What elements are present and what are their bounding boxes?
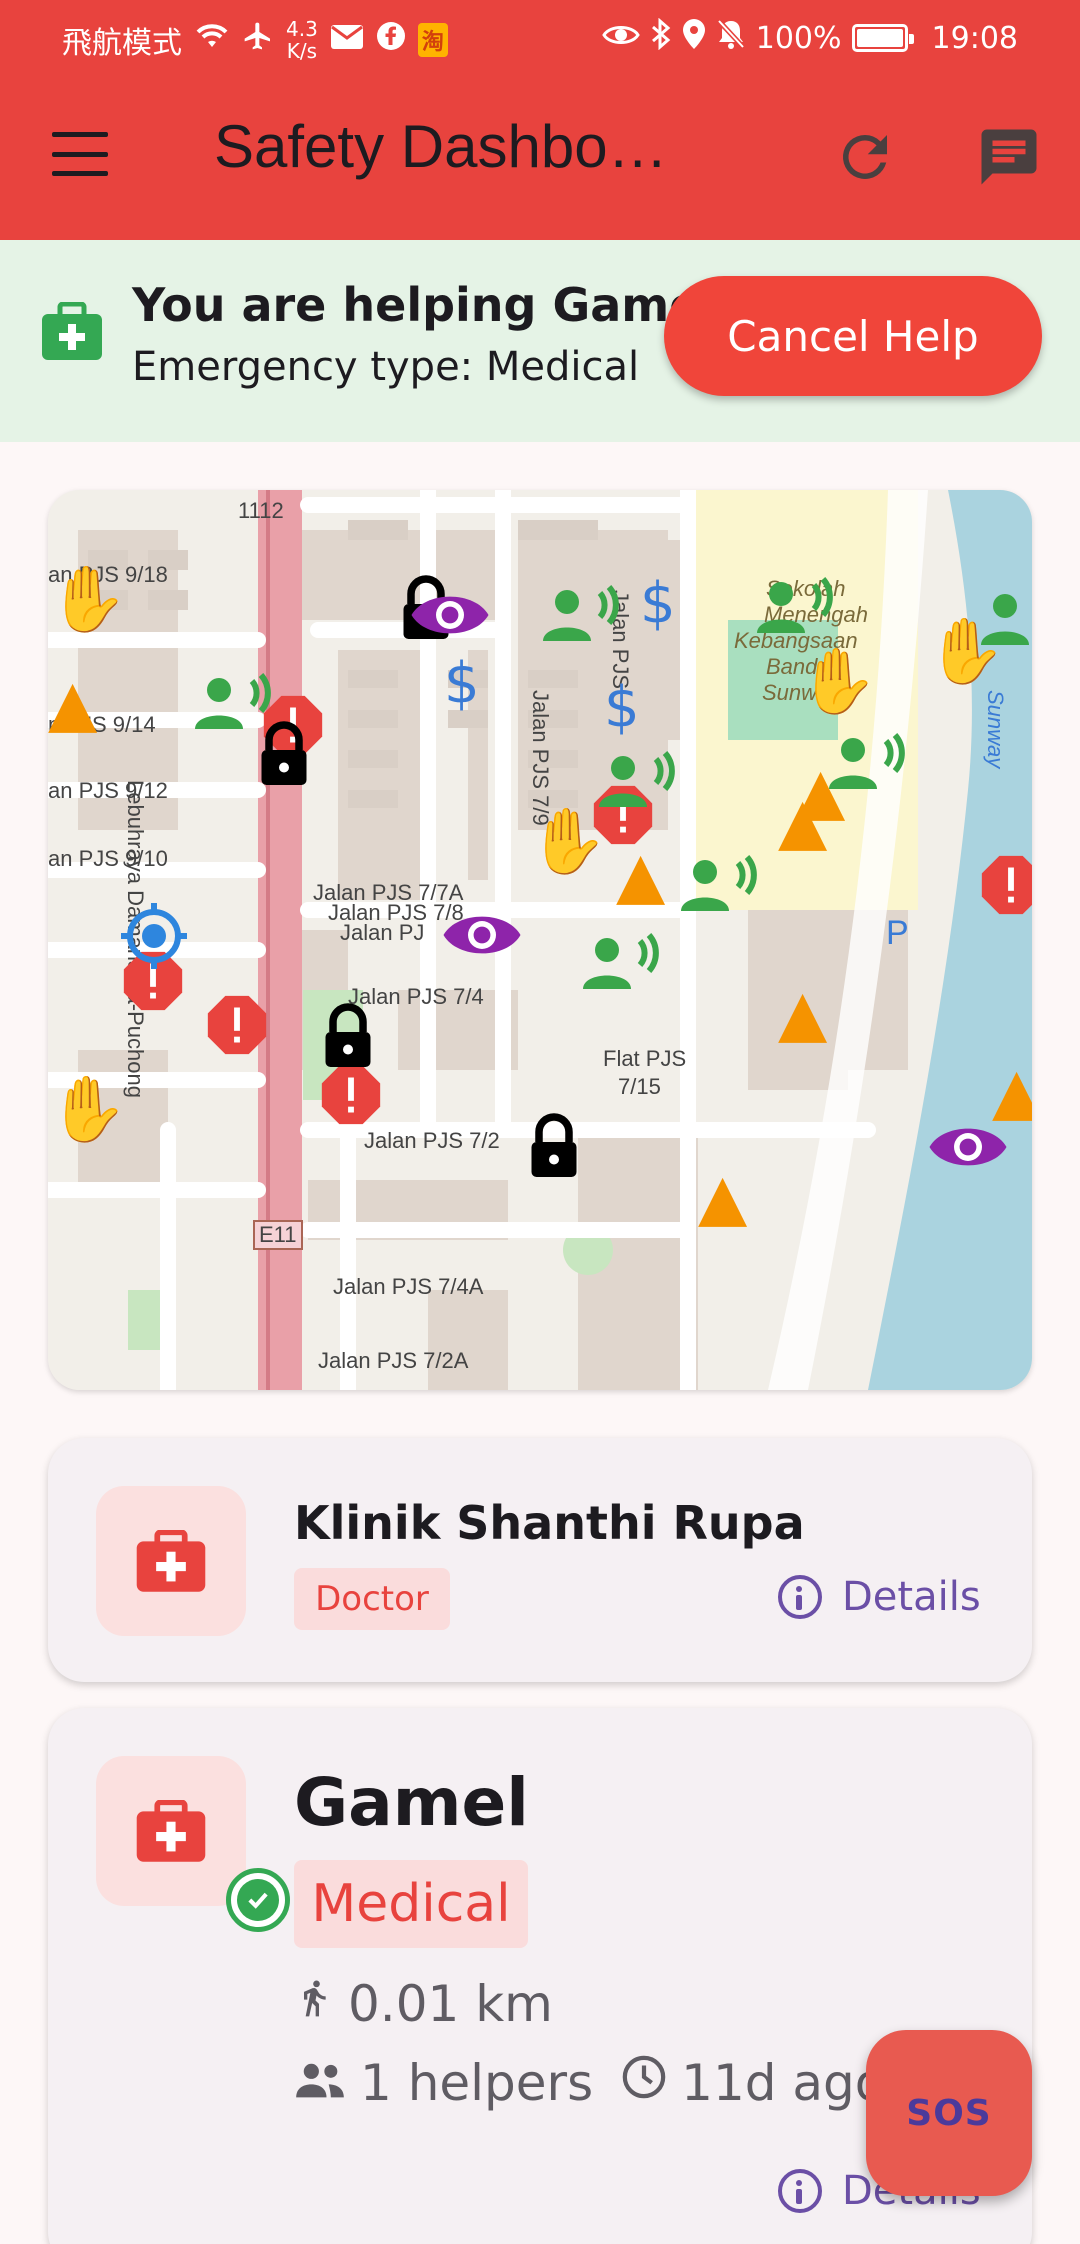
check-circle-icon	[226, 1868, 290, 1932]
network-speed-unit: K/s	[286, 39, 318, 63]
medical-icon-container	[96, 1756, 290, 1932]
eye-comfort-icon	[601, 21, 640, 56]
helping-banner: You are helping Gamel Emergency type: Me…	[0, 240, 1080, 442]
warning-icon[interactable]: ▲	[698, 1166, 747, 1230]
distance-value: 0.01 km	[348, 1975, 553, 2033]
bluetooth-icon	[650, 17, 672, 58]
street-label: Flat PJS	[603, 1046, 687, 1071]
network-speed-value: 4.3	[286, 17, 318, 41]
page-title: Safety Dashbo…	[214, 113, 668, 180]
cancel-help-button[interactable]: Cancel Help	[664, 276, 1042, 396]
battery-icon	[851, 24, 914, 52]
airplane-icon	[242, 20, 274, 60]
mail-icon	[330, 23, 364, 58]
emergency-type: Emergency type: Medical	[132, 344, 640, 390]
dollar-crossed-icon[interactable]: $	[604, 680, 640, 736]
warning-icon[interactable]: ▲	[992, 1060, 1032, 1124]
clock: 19:08	[931, 20, 1018, 56]
distance-row: 0.01 km	[294, 1972, 553, 2036]
menu-icon[interactable]	[52, 132, 108, 176]
status-bar: 飛航模式 4.3 K/s 淘 100% 19:08	[0, 0, 1080, 76]
info-icon	[778, 2169, 822, 2213]
details-button[interactable]: Details	[778, 1574, 981, 1620]
medical-icon-container	[96, 1486, 246, 1636]
dollar-crossed-icon[interactable]: $	[640, 576, 676, 632]
street-label: 7/15	[618, 1074, 661, 1099]
helping-title: You are helping Gamel	[132, 278, 717, 332]
wifi-icon	[194, 21, 230, 59]
street-label: Jalan PJ	[340, 920, 425, 945]
clock-icon	[621, 2054, 667, 2112]
street-label: an PJS 9/10	[48, 846, 168, 871]
sos-button[interactable]: SOS	[866, 2030, 1032, 2196]
street-label: Jalan PJS 7/4A	[333, 1274, 484, 1299]
info-icon	[778, 1575, 822, 1619]
helpers-row: 1 helpers 11d ago	[294, 2054, 885, 2112]
parking-label: P	[886, 914, 909, 952]
warning-icon[interactable]: ▲	[778, 982, 827, 1046]
chat-icon[interactable]	[976, 124, 1042, 190]
place-card[interactable]: Klinik Shanthi Rupa Doctor Details	[48, 1438, 1032, 1682]
network-speed: 4.3 K/s	[286, 18, 318, 62]
battery-percent: 100%	[755, 20, 842, 56]
taobao-icon: 淘	[417, 23, 448, 57]
app-bar: Safety Dashbo…	[0, 76, 1080, 240]
warning-icon[interactable]: ▲	[48, 672, 97, 736]
requester-name: Gamel	[294, 1764, 529, 1841]
street-label: 1112	[238, 498, 284, 523]
airplane-mode-label: 飛航模式	[62, 26, 182, 61]
street-label: Jalan PJS 7/2	[364, 1128, 500, 1153]
medical-kit-icon	[134, 1799, 208, 1864]
facebook-icon	[376, 21, 406, 59]
time-ago: 11d ago	[681, 2054, 886, 2112]
medical-kit-icon	[134, 1529, 208, 1594]
bell-muted-icon	[716, 18, 746, 58]
street-label: an PJS 9/12	[48, 778, 168, 803]
place-name: Klinik Shanthi Rupa	[294, 1496, 805, 1550]
warning-icon[interactable]: ▲	[778, 790, 827, 854]
river-label: Sunway	[983, 690, 1008, 769]
helpers-count: 1 helpers	[360, 2054, 594, 2112]
refresh-icon[interactable]	[832, 124, 898, 190]
details-label: Details	[842, 1574, 981, 1620]
dollar-crossed-icon[interactable]: $	[444, 656, 480, 712]
warning-icon[interactable]: ▲	[616, 844, 665, 908]
walking-icon	[294, 1972, 334, 2036]
map-view[interactable]: 1112 an PJS 9/18 n PJS 9/14 an PJS 9/12 …	[48, 490, 1032, 1390]
road-shield: E11	[253, 1220, 303, 1250]
people-icon	[294, 2054, 346, 2112]
street-label: Jalan PJS 7/2A	[318, 1348, 469, 1373]
raised-hand-icon[interactable]: ✋	[48, 1078, 128, 1142]
category-badge: Doctor	[294, 1568, 450, 1630]
emergency-type-badge: Medical	[294, 1860, 528, 1948]
raised-hand-icon[interactable]: ✋	[48, 568, 128, 632]
medical-kit-icon	[40, 301, 104, 362]
location-icon	[682, 18, 706, 58]
raised-hand-icon[interactable]: ✋	[798, 650, 878, 714]
